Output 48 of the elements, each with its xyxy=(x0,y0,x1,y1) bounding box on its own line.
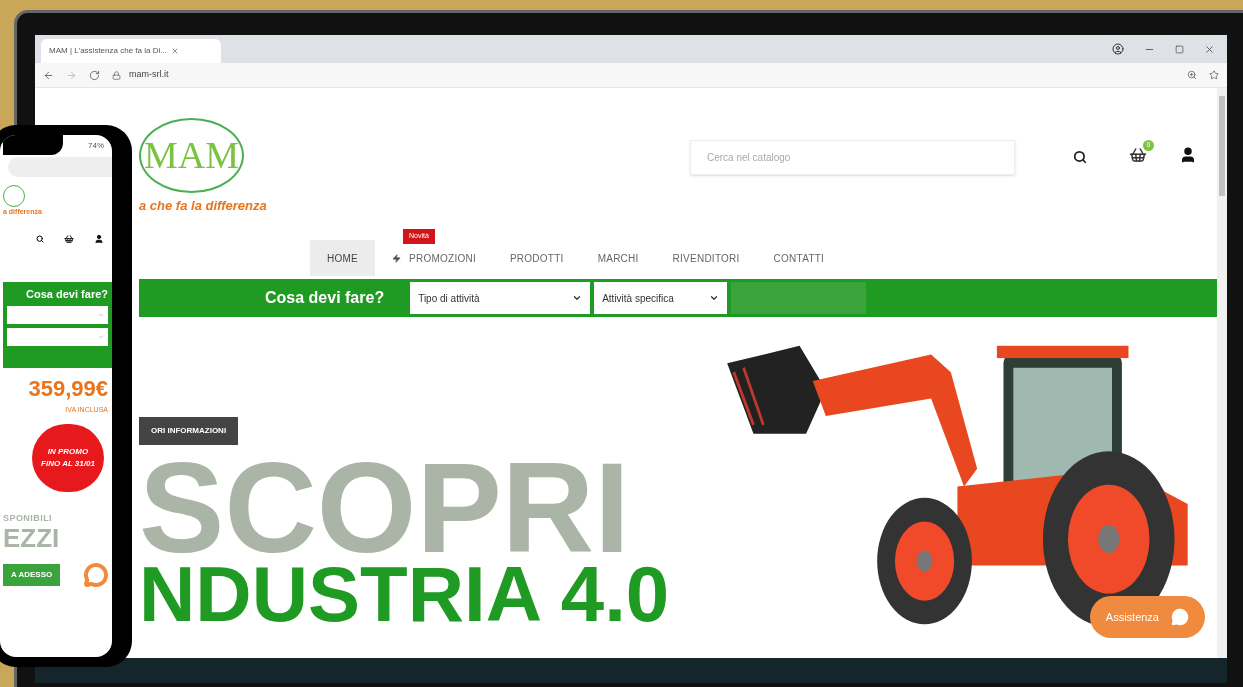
dropdown-field[interactable]: Attività specifica xyxy=(594,282,728,314)
dropdown-field[interactable] xyxy=(7,328,108,346)
cart-icon[interactable] xyxy=(64,233,74,244)
zoom-icon[interactable] xyxy=(1187,70,1197,80)
slogan-text: a che fa la differenza xyxy=(139,197,268,215)
browser-tab[interactable]: MAM | L'assistenza che fa la Di... xyxy=(41,39,221,63)
reload-icon[interactable] xyxy=(89,69,100,81)
chevron-icon xyxy=(98,334,104,340)
phone-hero-subtitle: SPONIBILI xyxy=(3,511,53,525)
account-icon[interactable] xyxy=(94,233,104,244)
close-icon[interactable] xyxy=(1204,43,1215,55)
promo-badge: IN PROMO FINO AL 31/01 xyxy=(32,423,104,492)
dropdown-field[interactable]: Tipo di attività xyxy=(410,282,591,314)
lock-icon xyxy=(112,70,121,80)
price-text: 359,99€ xyxy=(28,375,109,403)
search-icon[interactable] xyxy=(1073,150,1087,164)
url-text[interactable]: mam-srl.it xyxy=(129,68,169,82)
maximize-icon[interactable] xyxy=(1175,44,1184,54)
search-icon[interactable] xyxy=(36,234,44,243)
dropdown-field[interactable] xyxy=(7,306,108,324)
bookmark-icon[interactable] xyxy=(1209,70,1219,80)
phone-hero-title: EZZI xyxy=(3,525,60,551)
nav-tab[interactable]: RIVENDITORI xyxy=(655,240,757,276)
chat-bubble-icon xyxy=(1171,608,1189,626)
nav-tab[interactable]: HOME xyxy=(310,240,375,276)
info-button[interactable]: ORI INFORMAZIONI xyxy=(139,417,239,445)
nav-tab[interactable]: CONTATTI xyxy=(756,240,842,276)
chevron-icon xyxy=(98,312,104,318)
back-icon[interactable] xyxy=(43,69,54,81)
bolt-icon xyxy=(392,253,401,263)
account-icon[interactable] xyxy=(1179,146,1197,164)
hero-heading: SCOPRI xyxy=(139,457,630,560)
chevron-icon xyxy=(572,293,583,303)
finder-title: Cosa devi fare? xyxy=(265,288,385,308)
close-icon[interactable] xyxy=(170,47,179,55)
phone-finder-title: Cosa devi fare? xyxy=(26,286,108,302)
battery-status: 74% xyxy=(88,140,104,152)
cart-icon[interactable] xyxy=(1129,146,1147,164)
profile-icon[interactable] xyxy=(1112,43,1124,55)
chat-bubble-icon[interactable] xyxy=(84,563,108,587)
chevron-icon xyxy=(709,293,720,303)
nav-tab[interactable]: PRODOTTI xyxy=(492,240,581,276)
nav-tab[interactable]: MARCHI xyxy=(580,240,656,276)
tab-title: MAM | L'assistenza che fa la Di... xyxy=(49,45,167,57)
phone-notch xyxy=(3,135,63,155)
search-field[interactable]: Cerca nel catalogo xyxy=(690,140,1015,175)
hero-subheading: NDUSTRIA 4.0 xyxy=(139,559,671,630)
phone-cta-button[interactable]: A ADESSO xyxy=(3,564,61,586)
